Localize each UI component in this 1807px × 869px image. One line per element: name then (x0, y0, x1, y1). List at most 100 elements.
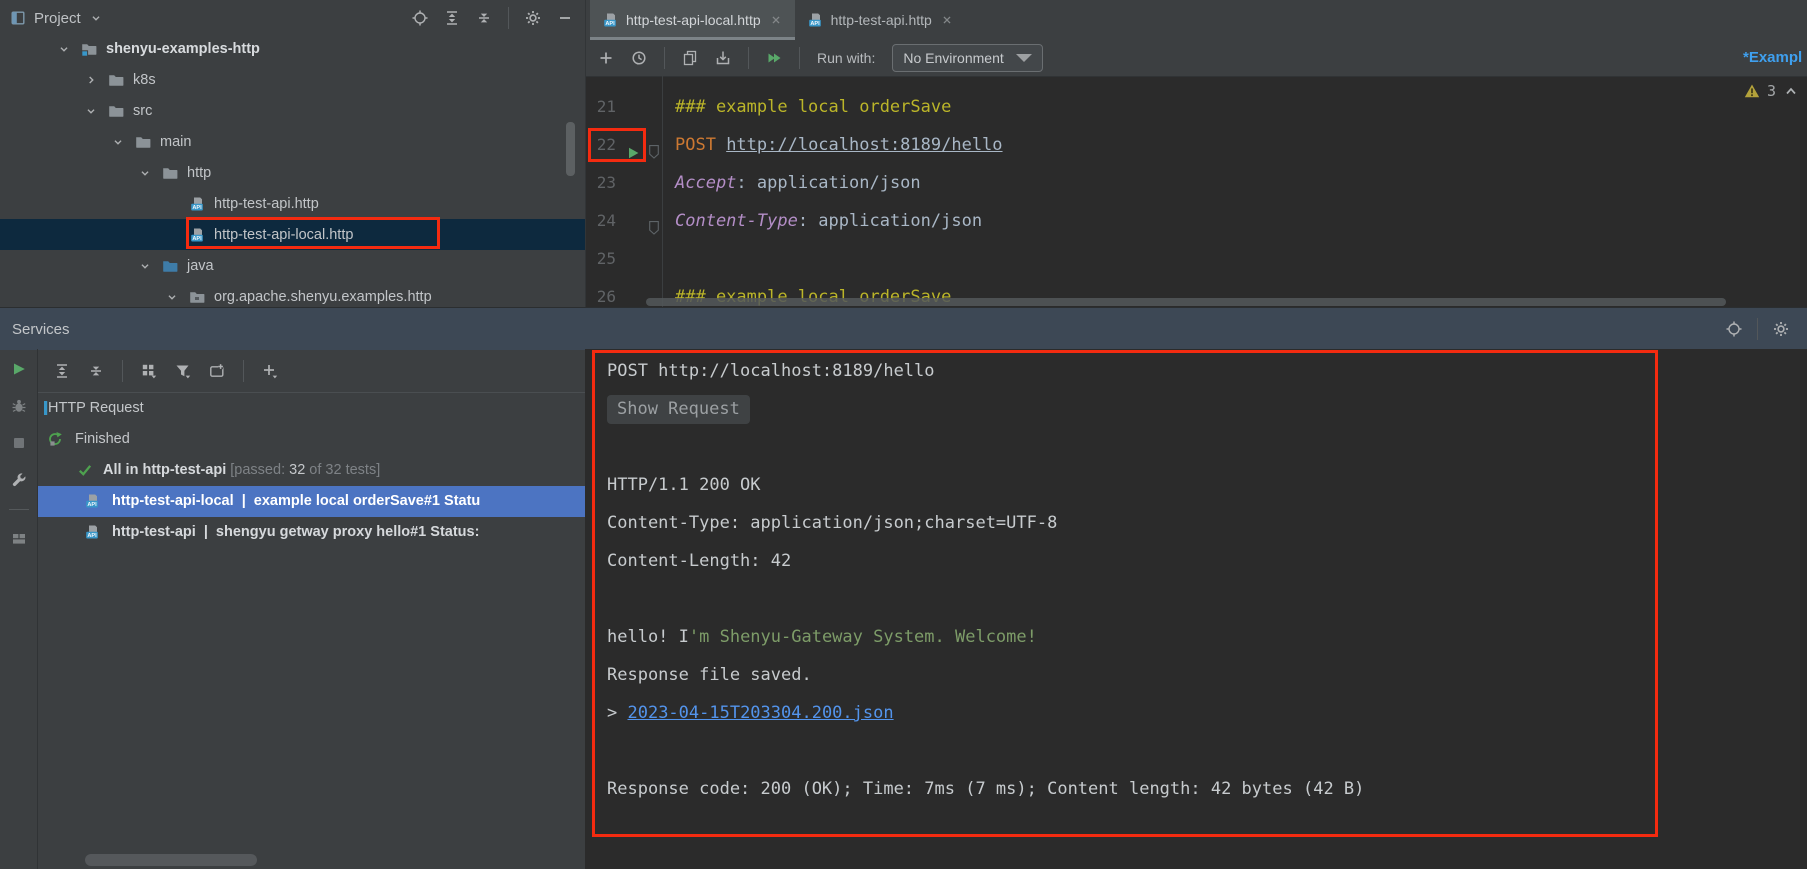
dashboard-grid-icon[interactable] (11, 531, 27, 547)
gear-icon[interactable] (1773, 321, 1789, 337)
group-by-icon[interactable] (141, 363, 157, 379)
run-request-icon[interactable] (625, 137, 641, 153)
chevron-down-icon[interactable] (164, 290, 180, 304)
folder-icon (134, 134, 152, 150)
tree-item-label: src (133, 103, 152, 119)
code-text: POST http://localhost:8189/hello (675, 126, 1003, 164)
editor-horizontal-scrollbar[interactable] (646, 298, 1726, 306)
run-all-icon[interactable] (766, 50, 782, 66)
chevron-down-icon[interactable] (56, 42, 72, 56)
run-configuration-label[interactable]: *Exampl (1743, 40, 1807, 76)
svg-text:API: API (87, 533, 97, 539)
api-file-icon: API (188, 227, 206, 243)
fix-wrench-icon[interactable] (11, 472, 27, 488)
services-row-0[interactable]: HTTP Request (38, 393, 585, 424)
response-file-link[interactable]: 2023-04-15T203304.200.json (627, 703, 893, 723)
editor-body[interactable]: 21### example local orderSave22POST http… (586, 76, 1807, 307)
environment-combo[interactable]: No Environment (892, 44, 1042, 72)
separator (508, 7, 509, 29)
hide-minus-icon[interactable] (557, 10, 573, 26)
tab-http-test-api-local.http[interactable]: APIhttp-test-api-local.http (590, 0, 795, 40)
stop-icon[interactable] (11, 435, 27, 451)
project-tree-item-k8s[interactable]: k8s (0, 64, 585, 95)
svg-text:API: API (87, 502, 97, 508)
project-tree-item-shenyu-examples-http[interactable]: shenyu-examples-http (0, 33, 585, 64)
inspection-widget[interactable]: 3 (1744, 82, 1799, 100)
expand-all-icon[interactable] (444, 10, 460, 26)
folder-source-icon (161, 258, 179, 274)
code-text: ### example local orderSave (675, 88, 951, 126)
expand-all-icon[interactable] (54, 363, 70, 379)
new-request-pattern-icon[interactable] (209, 363, 225, 379)
services-row-label: http-test-api | shengyu getway proxy hel… (112, 517, 479, 548)
project-tree-item-http[interactable]: http (0, 157, 585, 188)
chevron-down-icon[interactable] (89, 11, 103, 25)
add-request-icon[interactable] (598, 50, 614, 66)
project-tree-item-src[interactable]: src (0, 95, 585, 126)
environment-value: No Environment (903, 50, 1003, 66)
services-header-actions (1726, 318, 1795, 340)
services-tree-panel: HTTP RequestFinishedAll in http-test-api… (38, 349, 585, 869)
chevron-down-icon[interactable] (137, 166, 153, 180)
project-scrollbar[interactable] (566, 122, 575, 176)
editor-line-23: 23Accept: application/json (586, 164, 1807, 202)
chevron-down-icon[interactable] (83, 104, 99, 118)
tree-item-label: java (187, 258, 214, 274)
services-row-label: Finished (75, 424, 130, 455)
gear-icon[interactable] (525, 10, 541, 26)
chevron-placeholder (164, 197, 180, 211)
close-tab-icon[interactable] (940, 13, 954, 27)
tool-window-project-icon (10, 10, 26, 26)
editor-lines: 21### example local orderSave22POST http… (586, 88, 1807, 307)
separator (122, 360, 123, 382)
services-row-4[interactable]: API http-test-api | shengyu getway proxy … (38, 517, 585, 548)
project-tree-item-http-test-api.http[interactable]: APIhttp-test-api.http (0, 188, 585, 219)
project-tree-item-http-test-api-local.http[interactable]: APIhttp-test-api-local.http (0, 219, 585, 250)
response-console[interactable]: POST http://localhost:8189/helloShow Req… (585, 349, 1807, 869)
add-service-icon[interactable] (262, 363, 278, 379)
project-tool-window: Project shenyu-examples-http k8s src main ht… (0, 0, 586, 307)
console-line-4: Content-Type: application/json;charset=U… (607, 504, 1803, 542)
tab-label: http-test-api.http (831, 12, 932, 28)
console-line-6 (607, 580, 1803, 618)
separator (799, 47, 800, 69)
show-request-button[interactable]: Show Request (607, 395, 750, 424)
services-row-3[interactable]: APIhttp-test-api-local | example local o… (38, 486, 585, 517)
history-clock-icon[interactable] (631, 50, 647, 66)
ide-window: Project shenyu-examples-http k8s src main ht… (0, 0, 1807, 869)
services-row-1[interactable]: Finished (38, 424, 585, 455)
locate-icon[interactable] (412, 10, 428, 26)
project-tree-item-org.apache.shenyu.examples.http[interactable]: org.apache.shenyu.examples.http (0, 281, 585, 307)
locate-icon[interactable] (1726, 321, 1742, 337)
collapse-all-icon[interactable] (476, 10, 492, 26)
console-line-1: Show Request (607, 390, 1803, 428)
chevron-down-icon[interactable] (137, 259, 153, 273)
api-file-icon: API (602, 12, 618, 28)
services-row-2[interactable]: All in http-test-api [passed: 32 of 32 t… (38, 455, 585, 486)
tree-item-label: k8s (133, 72, 156, 88)
services-tool-window: Services HTTP RequestFinishedAll in http… (0, 307, 1807, 869)
services-horizontal-scrollbar[interactable] (85, 854, 257, 866)
chevron-down-icon[interactable] (110, 135, 126, 149)
project-tree-item-main[interactable]: main (0, 126, 585, 157)
console-line-7: hello! I'm Shenyu-Gateway System. Welcom… (607, 618, 1803, 656)
tab-http-test-api.http[interactable]: APIhttp-test-api.http (795, 0, 966, 40)
endpoints-bug-icon[interactable] (11, 398, 27, 414)
close-tab-icon[interactable] (769, 13, 783, 27)
import-requests-icon[interactable] (715, 50, 731, 66)
editor-area: APIhttp-test-api-local.httpAPIhttp-test-… (586, 0, 1807, 307)
collapse-all-icon[interactable] (88, 363, 104, 379)
run-play-icon[interactable] (11, 361, 27, 377)
filter-icon[interactable] (175, 363, 191, 379)
chevron-right-icon[interactable] (83, 73, 99, 87)
tree-item-label: http (187, 165, 211, 181)
line-number: 23 (586, 164, 616, 202)
svg-text:API: API (605, 21, 615, 27)
project-title[interactable]: Project (34, 10, 81, 27)
editor-line-22: 22POST http://localhost:8189/hello (586, 126, 1807, 164)
project-tree-item-java[interactable]: java (0, 250, 585, 281)
editor-tab-bar: APIhttp-test-api-local.httpAPIhttp-test-… (586, 0, 1807, 41)
copy-icon[interactable] (682, 50, 698, 66)
tree-item-label: http-test-api.http (214, 196, 319, 212)
run-with-label: Run with: (817, 50, 875, 66)
